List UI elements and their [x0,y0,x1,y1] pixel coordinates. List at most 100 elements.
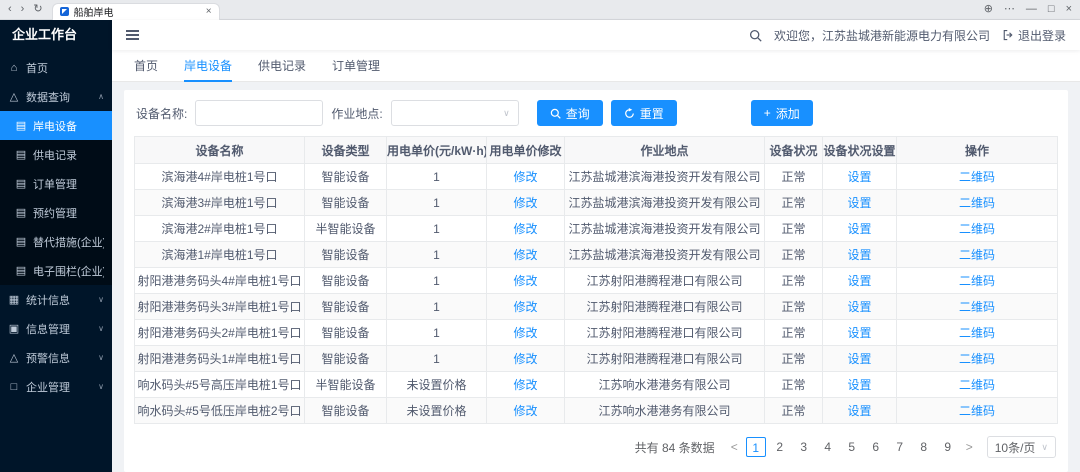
maximize-icon[interactable]: □ [1048,4,1055,15]
sidebar-item-reservation-management[interactable]: ▤预约管理 [0,198,112,227]
page-size-select[interactable]: 10条/页 ∨ [987,436,1056,458]
app-frame: 企业工作台 ⌂首页△数据查询∧▤岸电设备▤供电记录▤订单管理▤预约管理▤替代措施… [0,20,1080,472]
sidebar-item-electronic-fence[interactable]: ▤电子围栏(企业) [0,256,112,285]
menu-fold-icon[interactable] [126,30,139,40]
qrcode-link[interactable]: 二维码 [959,222,995,236]
page-number-2[interactable]: 2 [770,437,790,457]
location-cell: 江苏盐城港滨海港投资开发有限公司 [565,216,765,242]
setting-link[interactable]: 设置 [847,248,871,262]
qrcode-link[interactable]: 二维码 [959,248,995,262]
content-card: 设备名称: 作业地点: ∨ 查询 重置 + [124,90,1068,472]
page-number-8[interactable]: 8 [914,437,934,457]
location-cell: 江苏射阳港腾程港口有限公司 [565,294,765,320]
next-page-icon[interactable]: > [962,440,977,454]
add-button-label: 添加 [776,105,800,122]
setting-link[interactable]: 设置 [847,352,871,366]
browser-refresh-icon[interactable]: ↻ [33,4,42,15]
modify-link[interactable]: 修改 [513,404,537,418]
setting-link[interactable]: 设置 [847,222,871,236]
sidebar-item-order-management[interactable]: ▤订单管理 [0,169,112,198]
page-number-1[interactable]: 1 [746,437,766,457]
tab-shore-power-device[interactable]: 岸电设备 [184,50,232,82]
price-cell: 1 [387,190,487,216]
qrcode-link[interactable]: 二维码 [959,404,995,418]
sidebar-item-enterprise-management[interactable]: □企业管理∨ [0,372,112,401]
globe-icon[interactable]: ⊕ [984,4,993,15]
qrcode-link[interactable]: 二维码 [959,326,995,340]
column-header: 设备状况 [765,137,823,164]
setting-link[interactable]: 设置 [847,196,871,210]
setting-link[interactable]: 设置 [847,378,871,392]
modify-link[interactable]: 修改 [513,248,537,262]
column-header: 设备名称 [135,137,305,164]
modify-link[interactable]: 修改 [513,196,537,210]
logout-button[interactable]: 退出登录 [1002,27,1066,44]
browser-back-icon[interactable]: ‹ [8,4,12,15]
sidebar-item-data-query[interactable]: △数据查询∧ [0,82,112,111]
location-select[interactable]: ∨ [391,100,519,126]
setting-link[interactable]: 设置 [847,274,871,288]
add-button[interactable]: + 添加 [751,100,813,126]
qrcode-link[interactable]: 二维码 [959,300,995,314]
qrcode-link[interactable]: 二维码 [959,196,995,210]
device-type-cell: 智能设备 [305,398,387,424]
qrcode-link[interactable]: 二维码 [959,378,995,392]
sidebar-item-power-supply-records[interactable]: ▤供电记录 [0,140,112,169]
page-number-9[interactable]: 9 [938,437,958,457]
device-name-input[interactable] [195,100,323,126]
price-modify-cell: 修改 [487,268,565,294]
price-cell: 1 [387,216,487,242]
setting-link[interactable]: 设置 [847,170,871,184]
setting-link[interactable]: 设置 [847,300,871,314]
sidebar-item-statistics[interactable]: ▦统计信息∨ [0,285,112,314]
search-icon[interactable] [749,29,762,42]
setting-link[interactable]: 设置 [847,326,871,340]
location-cell: 江苏盐城港滨海港投资开发有限公司 [565,164,765,190]
close-window-icon[interactable]: × [1066,4,1072,15]
qrcode-link[interactable]: 二维码 [959,274,995,288]
column-header: 作业地点 [565,137,765,164]
modify-link[interactable]: 修改 [513,378,537,392]
qrcode-link[interactable]: 二维码 [959,352,995,366]
status-setting-cell: 设置 [823,216,897,242]
column-header: 用电单价(元/kW·h) [387,137,487,164]
modify-link[interactable]: 修改 [513,352,537,366]
reset-button[interactable]: 重置 [611,100,677,126]
setting-link[interactable]: 设置 [847,404,871,418]
tab-order-management[interactable]: 订单管理 [332,50,380,82]
page-number-3[interactable]: 3 [794,437,814,457]
sidebar-item-warning-info[interactable]: △预警信息∨ [0,343,112,372]
status-setting-cell: 设置 [823,164,897,190]
page-number-6[interactable]: 6 [866,437,886,457]
modify-link[interactable]: 修改 [513,274,537,288]
tab-power-supply-records[interactable]: 供电记录 [258,50,306,82]
table-row: 滨海港4#岸电桩1号口智能设备1修改江苏盐城港滨海港投资开发有限公司正常设置二维… [135,164,1058,190]
sidebar-item-home[interactable]: ⌂首页 [0,53,112,82]
orders-icon: ▤ [15,177,27,190]
price-cell: 1 [387,294,487,320]
browser-tab[interactable]: 船舶岸电 × [52,3,220,20]
modify-link[interactable]: 修改 [513,300,537,314]
qrcode-link[interactable]: 二维码 [959,170,995,184]
page-number-4[interactable]: 4 [818,437,838,457]
sidebar-item-alternative-measures[interactable]: ▤替代措施(企业) [0,227,112,256]
tab-home[interactable]: 首页 [134,50,158,82]
page-number-5[interactable]: 5 [842,437,862,457]
prev-page-icon[interactable]: < [727,440,742,454]
page-number-7[interactable]: 7 [890,437,910,457]
browser-forward-icon[interactable]: › [21,4,25,15]
price-cell: 1 [387,242,487,268]
location-cell: 江苏盐城港滨海港投资开发有限公司 [565,242,765,268]
tab-close-icon[interactable]: × [206,6,212,17]
more-icon[interactable]: ⋯ [1004,4,1015,15]
search-button[interactable]: 查询 [537,100,603,126]
modify-link[interactable]: 修改 [513,326,537,340]
status-setting-cell: 设置 [823,398,897,424]
price-modify-cell: 修改 [487,242,565,268]
modify-link[interactable]: 修改 [513,170,537,184]
sidebar-item-info-management[interactable]: ▣信息管理∨ [0,314,112,343]
sidebar-item-shore-power-device[interactable]: ▤岸电设备 [0,111,112,140]
modify-link[interactable]: 修改 [513,222,537,236]
device-name-cell: 滨海港3#岸电桩1号口 [135,190,305,216]
minimize-icon[interactable]: — [1026,4,1037,15]
